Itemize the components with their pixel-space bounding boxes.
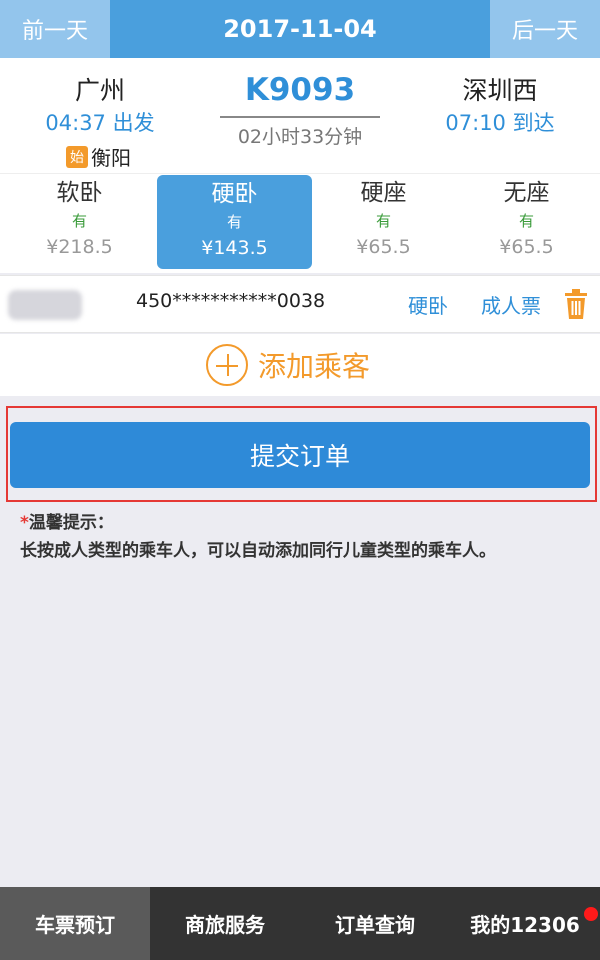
trip-duration: 02小时33分钟 <box>237 126 363 148</box>
departure-station-name: 广州 <box>74 76 125 105</box>
next-day-button[interactable]: 后一天 <box>490 0 600 58</box>
seat-price: ¥143.5 <box>201 237 268 259</box>
tab-business-travel[interactable]: 商旅服务 <box>150 887 300 960</box>
departure-time: 04:37 出发 <box>45 111 155 135</box>
tab-my-12306-label: 我的12306 <box>470 913 580 937</box>
seat-availability: 有 <box>375 212 391 230</box>
notification-dot-icon <box>584 907 598 921</box>
seat-availability: 有 <box>226 213 242 231</box>
seat-option-hard-sleeper[interactable]: 硬卧 有 ¥143.5 <box>157 175 312 269</box>
tips-section: *温馨提示： 长按成人类型的乘车人，可以自动添加同行儿童类型的乘车人。 <box>20 511 590 563</box>
add-passenger-button[interactable]: 添加乘客 <box>206 344 370 386</box>
train-info-card: 广州 04:37 出发 始 衡阳 K9093 02小时33分钟 深圳西 07:1… <box>0 58 600 173</box>
required-star: * <box>20 513 29 533</box>
seat-options: 软卧 有 ¥218.5 硬卧 有 ¥143.5 硬座 有 ¥65.5 无座 有 … <box>0 173 600 273</box>
seat-price: ¥65.5 <box>356 236 411 258</box>
seat-option-no-seat[interactable]: 无座 有 ¥65.5 <box>449 174 600 270</box>
departure-station: 广州 04:37 出发 <box>20 74 180 138</box>
passenger-ticket-type[interactable]: 成人票 <box>481 290 541 319</box>
origin-station: 始 衡阳 <box>66 142 131 171</box>
arrival-time: 07:10 到达 <box>445 111 555 135</box>
current-date[interactable]: 2017-11-04 <box>110 0 490 58</box>
add-passenger-label: 添加乘客 <box>258 350 371 383</box>
prev-day-button[interactable]: 前一天 <box>0 0 110 58</box>
tab-ticket-booking[interactable]: 车票预订 <box>0 887 150 960</box>
passenger-seat-type[interactable]: 硬卧 <box>408 290 448 319</box>
trash-icon[interactable] <box>564 289 588 319</box>
tab-order-query[interactable]: 订单查询 <box>300 887 450 960</box>
bottom-tab-bar: 车票预订 商旅服务 订单查询 我的12306 <box>0 887 600 960</box>
seat-price: ¥65.5 <box>499 236 554 258</box>
passenger-row[interactable]: 450***********0038 硬卧 成人票 <box>0 275 600 333</box>
plus-circle-icon <box>206 344 248 386</box>
route-line <box>220 116 380 118</box>
seat-name: 硬座 <box>360 180 407 206</box>
seat-option-soft-sleeper[interactable]: 软卧 有 ¥218.5 <box>2 174 157 270</box>
origin-badge-icon: 始 <box>66 145 88 168</box>
tips-body: 长按成人类型的乘车人，可以自动添加同行儿童类型的乘车人。 <box>20 541 496 561</box>
origin-station-name: 衡阳 <box>91 146 131 170</box>
seat-price: ¥218.5 <box>46 236 113 258</box>
tab-my-12306[interactable]: 我的12306 <box>450 887 600 960</box>
date-bar: 前一天 2017-11-04 后一天 <box>0 0 600 58</box>
tips-title: *温馨提示： <box>20 511 590 535</box>
add-passenger-row: 添加乘客 <box>0 334 600 396</box>
passenger-name-blurred <box>8 290 82 320</box>
train-number: K9093 <box>244 72 356 108</box>
submit-order-button[interactable]: 提交订单 <box>10 422 590 488</box>
seat-option-hard-seat[interactable]: 硬座 有 ¥65.5 <box>306 174 461 270</box>
passenger-id-number: 450***********0038 <box>136 290 326 312</box>
seat-name: 软卧 <box>56 180 103 206</box>
seat-availability: 有 <box>518 212 534 230</box>
tips-title-text: 温馨提示： <box>28 513 114 533</box>
arrival-station: 深圳西 07:10 到达 <box>420 74 580 138</box>
arrival-station-name: 深圳西 <box>462 76 538 105</box>
seat-name: 硬卧 <box>211 181 258 207</box>
seat-availability: 有 <box>71 212 87 230</box>
seat-name: 无座 <box>503 180 550 206</box>
